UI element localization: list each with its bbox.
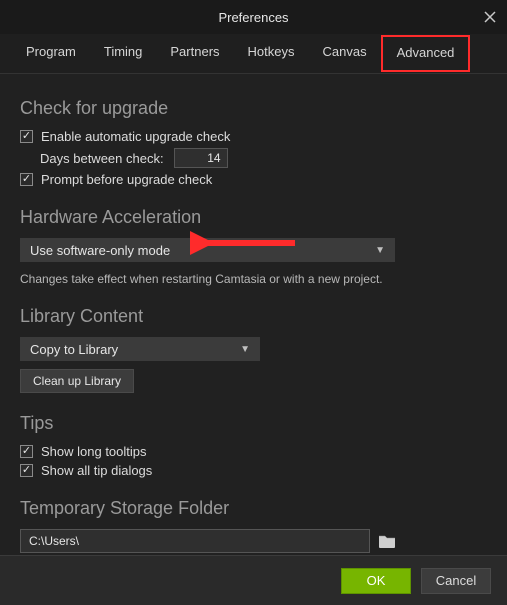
content-area: Check for upgrade ✓ Enable automatic upg… [0,74,507,571]
footer: OK Cancel [0,555,507,605]
tab-canvas[interactable]: Canvas [309,34,381,73]
enable-upgrade-checkbox[interactable]: ✓ [20,130,33,143]
hwaccel-dropdown-value: Use software-only mode [30,243,170,258]
enable-upgrade-label: Enable automatic upgrade check [41,129,230,144]
close-icon[interactable] [481,8,499,26]
library-heading: Library Content [20,306,487,327]
prompt-before-label: Prompt before upgrade check [41,172,212,187]
upgrade-heading: Check for upgrade [20,98,487,119]
window-title: Preferences [218,10,288,25]
section-library: Library Content Copy to Library ▼ Clean … [20,306,487,393]
tab-advanced[interactable]: Advanced [381,35,471,72]
prompt-before-checkbox[interactable]: ✓ [20,173,33,186]
tips-heading: Tips [20,413,487,434]
chevron-down-icon: ▼ [240,344,250,355]
tab-partners[interactable]: Partners [156,34,233,73]
hwaccel-dropdown[interactable]: Use software-only mode ▼ [20,238,395,262]
library-dropdown-value: Copy to Library [30,342,118,357]
all-tip-dialogs-checkbox[interactable]: ✓ [20,464,33,477]
temp-heading: Temporary Storage Folder [20,498,487,519]
chevron-down-icon: ▼ [375,245,385,256]
tab-timing[interactable]: Timing [90,34,157,73]
section-upgrade: Check for upgrade ✓ Enable automatic upg… [20,98,487,187]
folder-icon[interactable] [378,533,396,549]
temp-path-input[interactable] [20,529,370,553]
tab-program[interactable]: Program [12,34,90,73]
hwaccel-heading: Hardware Acceleration [20,207,487,228]
tab-bar: Program Timing Partners Hotkeys Canvas A… [0,34,507,74]
section-temp: Temporary Storage Folder [20,498,487,553]
all-tip-dialogs-label: Show all tip dialogs [41,463,152,478]
titlebar: Preferences [0,0,507,34]
days-between-label: Days between check: [40,151,164,166]
section-hwaccel: Hardware Acceleration Use software-only … [20,207,487,286]
library-dropdown[interactable]: Copy to Library ▼ [20,337,260,361]
long-tooltips-label: Show long tooltips [41,444,147,459]
days-between-input[interactable] [174,148,228,168]
tab-hotkeys[interactable]: Hotkeys [234,34,309,73]
ok-button[interactable]: OK [341,568,411,594]
hwaccel-note: Changes take effect when restarting Camt… [20,272,487,286]
long-tooltips-checkbox[interactable]: ✓ [20,445,33,458]
cleanup-library-button[interactable]: Clean up Library [20,369,134,393]
section-tips: Tips ✓ Show long tooltips ✓ Show all tip… [20,413,487,478]
cancel-button[interactable]: Cancel [421,568,491,594]
